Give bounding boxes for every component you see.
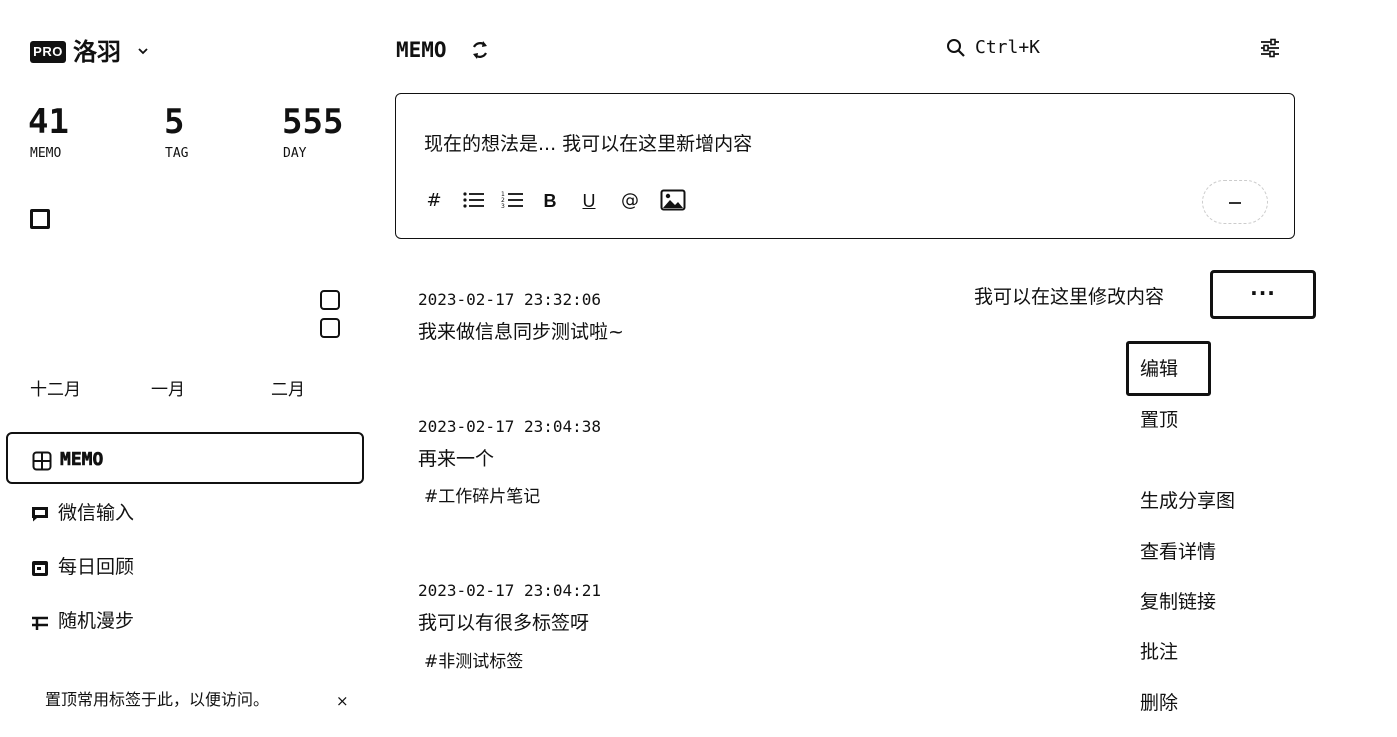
month-label: 十二月	[30, 380, 81, 400]
menu-item-edit[interactable]: 编辑	[1140, 356, 1178, 382]
month-label: 一月	[151, 380, 185, 400]
sync-icon[interactable]	[470, 39, 490, 61]
bullet-list-icon[interactable]	[462, 190, 486, 210]
memo-content: 我可以有很多标签呀	[418, 612, 590, 634]
nav-item-random-walk[interactable]: 随机漫步	[6, 595, 364, 647]
shuffle-icon	[32, 616, 48, 630]
image-icon[interactable]	[660, 189, 686, 211]
memo-timestamp: 2023-02-17 23:32:06	[418, 290, 602, 309]
numbered-list-icon[interactable]: 1 2 3	[501, 190, 525, 210]
underline-button[interactable]: U	[581, 188, 597, 214]
page-title: MEMO	[396, 38, 447, 62]
menu-item-pin[interactable]: 置顶	[1140, 407, 1178, 433]
heatmap-cell[interactable]	[320, 290, 340, 310]
nav-item-wechat[interactable]: 微信输入	[6, 487, 364, 539]
stat-tag-count: 5	[164, 102, 185, 142]
menu-item-annotate[interactable]: 批注	[1140, 639, 1178, 665]
more-options-button[interactable]: ···	[1210, 270, 1316, 319]
nav-label: 随机漫步	[58, 610, 135, 632]
memo-timestamp: 2023-02-17 23:04:38	[418, 417, 602, 436]
grid-icon	[32, 451, 52, 471]
mention-button[interactable]: @	[618, 188, 642, 214]
nav-label: 微信输入	[58, 502, 135, 524]
close-icon[interactable]: ×	[336, 691, 349, 711]
chat-icon	[32, 507, 48, 522]
memo-tag[interactable]: #非测试标签	[424, 651, 523, 673]
editor-input[interactable]: 现在的想法是... 我可以在这里新增内容	[424, 130, 752, 158]
nav-item-daily-review[interactable]: 每日回顾	[6, 541, 364, 593]
more-icon: ···	[1250, 281, 1276, 305]
memo-content: 我来做信息同步测试啦~	[418, 321, 624, 343]
heatmap-cell[interactable]	[320, 318, 340, 338]
menu-item-details[interactable]: 查看详情	[1140, 539, 1216, 565]
month-label: 二月	[271, 380, 305, 400]
menu-item-copy-link[interactable]: 复制链接	[1140, 589, 1216, 615]
calendar-icon	[32, 561, 48, 576]
pin-tag-tip: 置顶常用标签于此，以便访问。	[45, 690, 270, 709]
send-arrow-icon	[1229, 202, 1241, 204]
svg-text:3: 3	[501, 203, 505, 210]
nav-item-memo[interactable]: MEMO	[6, 432, 364, 484]
stat-memo-count: 41	[28, 102, 69, 142]
search-shortcut-hint[interactable]: Ctrl+K	[975, 35, 1040, 61]
stat-day-count: 555	[282, 102, 344, 142]
chevron-down-icon[interactable]	[136, 42, 150, 60]
stat-tag-label: TAG	[165, 146, 189, 161]
nav-label: 每日回顾	[58, 556, 135, 578]
memo-editor[interactable]: 现在的想法是... 我可以在这里新增内容 # 1 2 3 B U @	[395, 93, 1295, 239]
annotation-text: 我可以在这里修改内容	[974, 286, 1165, 308]
menu-item-share-image[interactable]: 生成分享图	[1140, 488, 1235, 514]
menu-item-delete[interactable]: 删除	[1140, 690, 1178, 716]
memo-timestamp: 2023-02-17 23:04:21	[418, 581, 602, 600]
nav-label: MEMO	[60, 449, 104, 471]
tag-button[interactable]: #	[426, 188, 442, 214]
memo-tag[interactable]: #工作碎片笔记	[424, 486, 540, 508]
send-button[interactable]	[1202, 180, 1268, 224]
search-icon[interactable]	[946, 38, 966, 58]
pro-badge: PRO	[30, 41, 66, 63]
memo-content: 再来一个	[418, 448, 495, 470]
bold-button[interactable]: B	[542, 188, 558, 214]
stat-memo-label: MEMO	[30, 146, 62, 161]
heatmap-cell[interactable]	[30, 209, 50, 229]
filter-settings-icon[interactable]	[1259, 37, 1281, 59]
user-name[interactable]: 洛羽	[73, 36, 121, 68]
stat-day-label: DAY	[283, 146, 307, 161]
